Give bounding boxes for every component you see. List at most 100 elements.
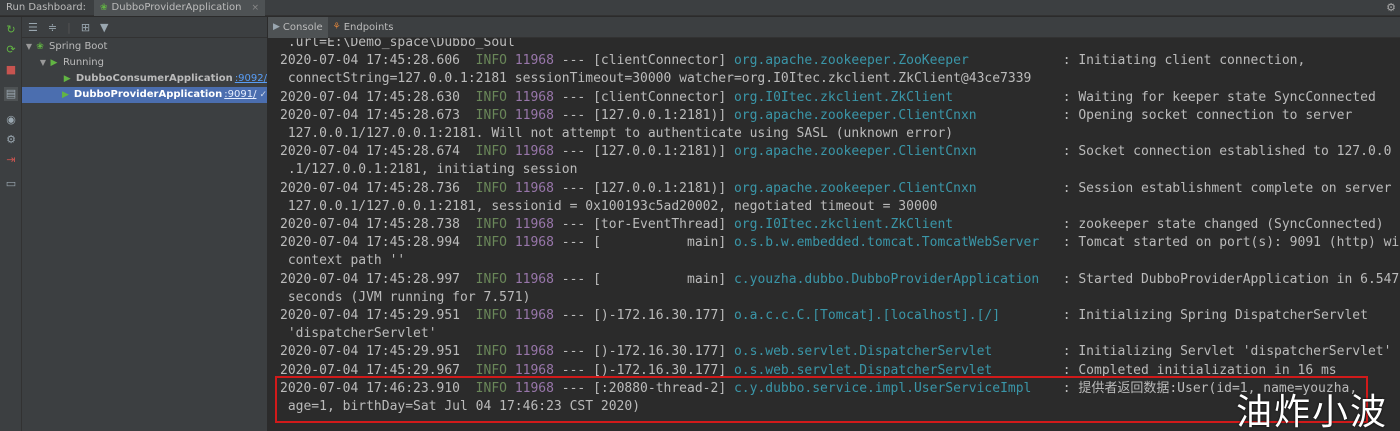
spring-boot-icon: ❀ [36, 42, 44, 52]
log-timestamp: 2020-07-04 17:45:28.673 [280, 107, 461, 123]
collapse-all-icon[interactable]: ≑ [48, 21, 57, 34]
console-tabs: ▶ Console ⚘ Endpoints [268, 16, 1400, 38]
log-message: : Initializing Spring DispatcherServlet [1054, 308, 1368, 323]
run-toolbar: ↻ ⟳ ■ ▤ ◉ ⚙ ⇥ ▭ [0, 17, 22, 431]
log-message: : Started DubboProviderApplication in 6.… [1054, 271, 1400, 287]
log-timestamp: 2020-07-04 17:45:29.951 [280, 344, 461, 360]
log-line-continuation: context path '' [280, 253, 406, 269]
log-message: : zookeeper state changed (SyncConnected… [1054, 217, 1384, 232]
log-thread: --- [127.0.0.1:2181)] [553, 144, 734, 160]
log-thread: --- [clientConnector] [553, 89, 734, 105]
restart-icon[interactable]: ⟳ [4, 43, 18, 57]
log-line-continuation: seconds (JVM running for 7.571) [280, 289, 531, 305]
tab-console[interactable]: ▶ Console [268, 16, 328, 38]
run-icon: ▶ [50, 58, 58, 68]
log-message: : Opening socket connection to server [1054, 107, 1353, 123]
log-level: INFO [475, 89, 507, 105]
tab-endpoints[interactable]: ⚘ Endpoints [328, 17, 399, 38]
log-line: 2020-07-04 17:45:29.951 INFO 11968 --- [… [280, 343, 1391, 361]
chevron-down-icon[interactable]: ▼ [38, 55, 48, 71]
log-pid: 11968 [514, 144, 554, 160]
gear-icon[interactable]: ⚙ [1386, 1, 1396, 14]
log-level: INFO [475, 344, 507, 360]
log-level: INFO [475, 180, 507, 196]
camera-icon[interactable]: ◉ [4, 113, 18, 127]
pin-icon[interactable]: ▭ [4, 177, 18, 191]
log-thread: --- [127.0.0.1:2181)] [553, 107, 734, 123]
console-icon: ▶ [273, 22, 280, 32]
log-logger: org.apache.zookeeper.ZooKeeper [733, 53, 1055, 69]
log-thread: --- [127.0.0.1:2181)] [553, 180, 734, 196]
chevron-down-icon[interactable]: ▼ [24, 39, 34, 55]
tab-label: Endpoints [343, 21, 394, 33]
log-logger: org.apache.zookeeper.ClientCnxn [733, 107, 1055, 123]
log-level: INFO [475, 53, 507, 69]
log-pid: 11968 [514, 235, 554, 251]
run-dashboard-tree: ☰ ≑ | ⊞ ▼ ▼ ❀ Spring Boot ▼ ▶ Running ▶ … [22, 17, 268, 431]
stop-icon[interactable]: ■ [4, 63, 18, 77]
log-message: : Tomcat started on port(s): 9091 (http)… [1054, 235, 1400, 251]
tree-item-spring-boot[interactable]: ▼ ❀ Spring Boot [22, 39, 267, 55]
log-level: INFO [475, 308, 507, 323]
log-logger: o.a.c.c.C.[Tomcat].[localhost].[/] [733, 308, 1055, 323]
log-message: : Initiating client connection, [1054, 53, 1306, 69]
app-port-link[interactable]: :9092/ [235, 71, 267, 87]
log-line-continuation: 'dispatcherServlet' [280, 326, 437, 342]
log-thread: --- [ main] [553, 235, 734, 251]
log-timestamp: 2020-07-04 17:45:29.951 [280, 308, 461, 323]
log-timestamp: 2020-07-04 17:45:28.630 [280, 89, 461, 105]
log-pid: 11968 [514, 217, 554, 232]
log-pid: 11968 [514, 53, 554, 69]
filter-icon[interactable]: ▼ [100, 21, 108, 34]
log-timestamp: 2020-07-04 17:45:28.997 [280, 271, 461, 287]
log-pid: 11968 [514, 89, 554, 105]
log-level: INFO [475, 144, 507, 160]
run-icon: ▶ [62, 90, 69, 100]
group-icon[interactable]: ⊞ [81, 21, 90, 34]
edit-icon: ✓ [259, 90, 267, 100]
tree-item-consumer-app[interactable]: ▶ DubboConsumerApplication :9092/ [22, 71, 267, 87]
console-output[interactable]: .url=E:\Demo_space\Dubbo_Soul 2020-07-04 … [268, 38, 1400, 431]
log-line: 2020-07-04 17:45:28.738 INFO 11968 --- [… [280, 216, 1384, 234]
log-message: : Session establishment complete on serv… [1054, 180, 1392, 196]
log-timestamp: 2020-07-04 17:45:28.994 [280, 235, 461, 251]
log-pid: 11968 [514, 271, 554, 287]
exit-icon[interactable]: ⇥ [4, 153, 18, 167]
console-line: .url=E:\Demo_space\Dubbo_Soul [280, 38, 515, 50]
log-level: INFO [475, 271, 507, 287]
layout-icon[interactable]: ▤ [4, 87, 18, 101]
tree-item-provider-app[interactable]: ▶ DubboProviderApplication :9091/ ✓ [22, 87, 267, 103]
tree-toolbar: ☰ ≑ | ⊞ ▼ [22, 17, 267, 38]
log-logger: o.s.b.w.embedded.tomcat.TomcatWebServer [733, 235, 1055, 251]
rerun-icon[interactable]: ↻ [4, 23, 18, 37]
app-port-link[interactable]: :9091/ [224, 87, 256, 103]
log-line: 2020-07-04 17:45:28.606 INFO 11968 --- [… [280, 52, 1305, 70]
tab-label: DubboProviderApplication [111, 2, 242, 13]
log-logger: org.I0Itec.zkclient.ZkClient [733, 217, 1055, 232]
app-name: DubboProviderApplication [73, 89, 223, 100]
watermark: 油炸小波 [1236, 392, 1389, 431]
log-line: 2020-07-04 17:45:28.994 INFO 11968 --- [… [280, 234, 1400, 252]
log-logger: o.s.web.servlet.DispatcherServlet [733, 344, 1055, 360]
log-line: 2020-07-04 17:45:28.673 INFO 11968 --- [… [280, 107, 1352, 125]
log-timestamp: 2020-07-04 17:45:28.674 [280, 144, 461, 160]
tree-item-running[interactable]: ▼ ▶ Running [22, 55, 267, 71]
endpoints-icon: ⚘ [332, 22, 341, 32]
log-timestamp: 2020-07-04 17:45:28.738 [280, 217, 461, 232]
log-pid: 11968 [514, 344, 554, 360]
settings-icon[interactable]: ⚙ [4, 133, 18, 147]
log-line: 2020-07-04 17:45:28.674 INFO 11968 --- [… [280, 143, 1391, 161]
log-message: : Socket connection established to 127.0… [1054, 144, 1392, 160]
log-line-continuation: 127.0.0.1/127.0.0.1:2181. Will not attem… [280, 126, 954, 141]
log-thread: --- [)-172.16.30.177] [553, 344, 734, 360]
tab-label: Console [282, 21, 323, 33]
log-pid: 11968 [514, 308, 554, 323]
log-message: : Initializing Servlet 'dispatcherServle… [1054, 344, 1392, 360]
close-icon[interactable]: × [251, 3, 259, 13]
tab-dubbo-provider[interactable]: ❀ DubboProviderApplication × [93, 0, 265, 16]
expand-all-icon[interactable]: ☰ [28, 21, 38, 34]
log-level: INFO [475, 235, 507, 251]
log-level: INFO [475, 107, 507, 123]
log-line: 2020-07-04 17:45:29.951 INFO 11968 --- [… [280, 307, 1368, 325]
log-logger: c.youzha.dubbo.DubboProviderApplication [733, 271, 1055, 287]
